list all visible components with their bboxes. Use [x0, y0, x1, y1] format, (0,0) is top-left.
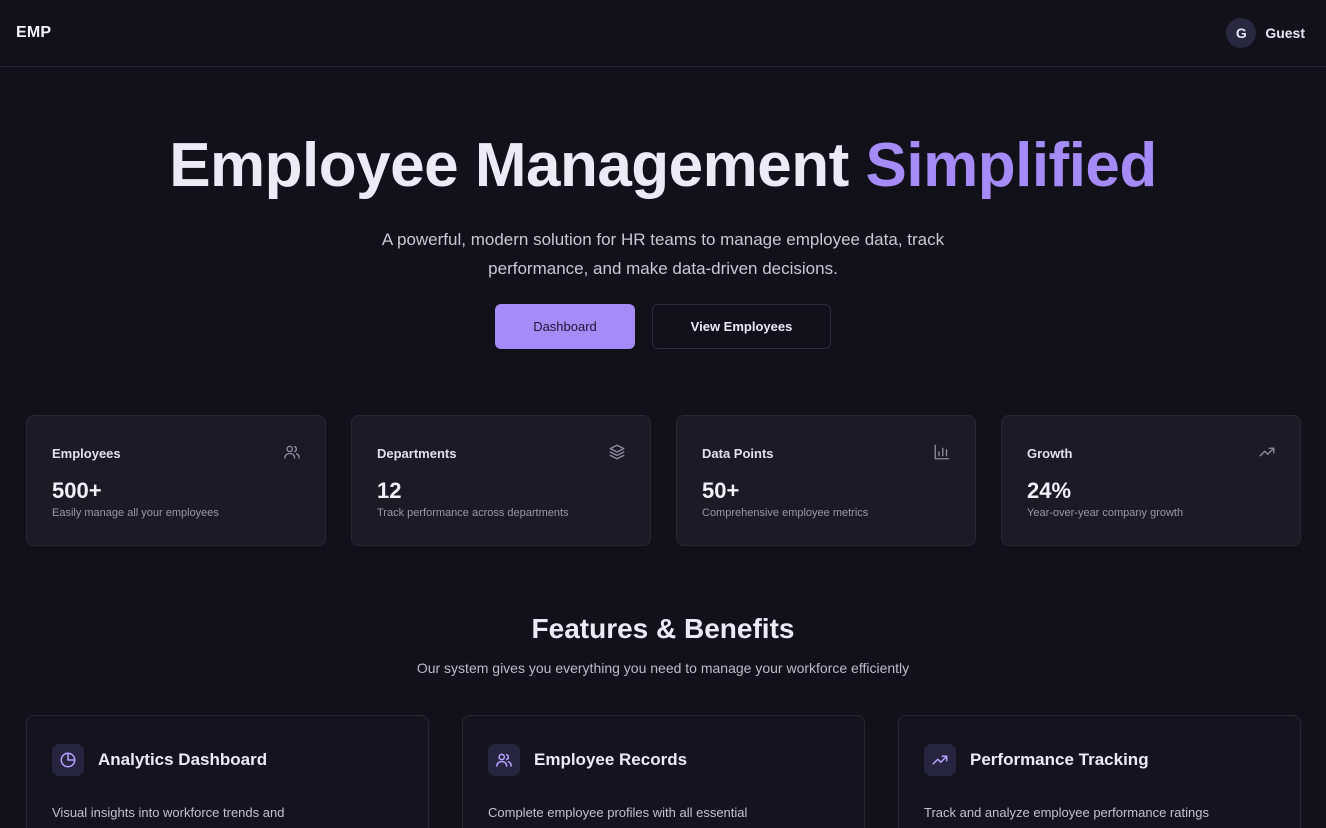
feature-description: Visual insights into workforce trends an… [52, 805, 285, 820]
feature-card-performance: Performance Tracking Track and analyze e… [898, 715, 1301, 828]
avatar[interactable]: G [1226, 18, 1257, 48]
dashboard-button[interactable]: Dashboard [495, 304, 635, 349]
feature-card-employee-records: Employee Records Complete employee profi… [462, 715, 865, 828]
user-name[interactable]: Guest [1265, 25, 1305, 41]
stat-description: Comprehensive employee metrics [702, 507, 869, 519]
stat-value: 12 [377, 478, 402, 503]
hero-title: Employee Management Simplified [0, 130, 1326, 202]
stat-value: 500+ [52, 478, 102, 503]
stat-description: Track performance across departments [377, 507, 569, 519]
stat-value: 24% [1027, 478, 1072, 503]
features-section-title: Features & Benefits [531, 613, 795, 644]
hero-subtitle-line-2: performance, and make data-driven decisi… [488, 259, 838, 278]
feature-title: Analytics Dashboard [98, 750, 268, 769]
hero-title-accent: Simplified [865, 131, 1158, 200]
user-menu[interactable]: G Guest [1226, 18, 1305, 48]
stat-card-departments: Departments 12 Track performance across … [351, 415, 651, 546]
app-logo[interactable]: EMP [16, 24, 51, 42]
trending-up-icon [1258, 443, 1276, 461]
feature-description: Complete employee profiles with all esse… [488, 805, 748, 820]
stat-card-data-points: Data Points 50+ Comprehensive employee m… [676, 415, 976, 546]
layers-icon [608, 443, 626, 461]
feature-card-analytics: Analytics Dashboard Visual insights into… [26, 715, 429, 828]
stat-description: Easily manage all your employees [52, 507, 219, 519]
stat-label: Growth [1027, 446, 1073, 461]
stat-card-employees: Employees 500+ Easily manage all your em… [26, 415, 326, 546]
trending-up-icon [924, 744, 956, 776]
stat-value: 50+ [702, 478, 740, 503]
users-icon [488, 744, 520, 776]
hero-subtitle-line-1: A powerful, modern solution for HR teams… [381, 230, 945, 249]
stat-label: Data Points [702, 446, 774, 461]
feature-title: Employee Records [534, 750, 688, 769]
features-section-subtitle: Our system gives you everything you need… [416, 660, 910, 676]
top-navbar: EMP G Guest [0, 0, 1326, 67]
stat-card-growth: Growth 24% Year-over-year company growth [1001, 415, 1301, 546]
stat-label: Employees [52, 446, 121, 461]
feature-title: Performance Tracking [970, 750, 1149, 769]
pie-chart-icon [52, 744, 84, 776]
hero-subtitle: A powerful, modern solution for HR teams… [300, 225, 1026, 283]
feature-description: Track and analyze employee performance r… [924, 805, 1209, 820]
users-icon [283, 443, 301, 461]
view-employees-button[interactable]: View Employees [652, 304, 831, 349]
stat-description: Year-over-year company growth [1027, 507, 1184, 519]
stat-label: Departments [377, 446, 457, 461]
hero-title-main: Employee Management [169, 131, 849, 200]
bar-chart-icon [933, 443, 951, 461]
